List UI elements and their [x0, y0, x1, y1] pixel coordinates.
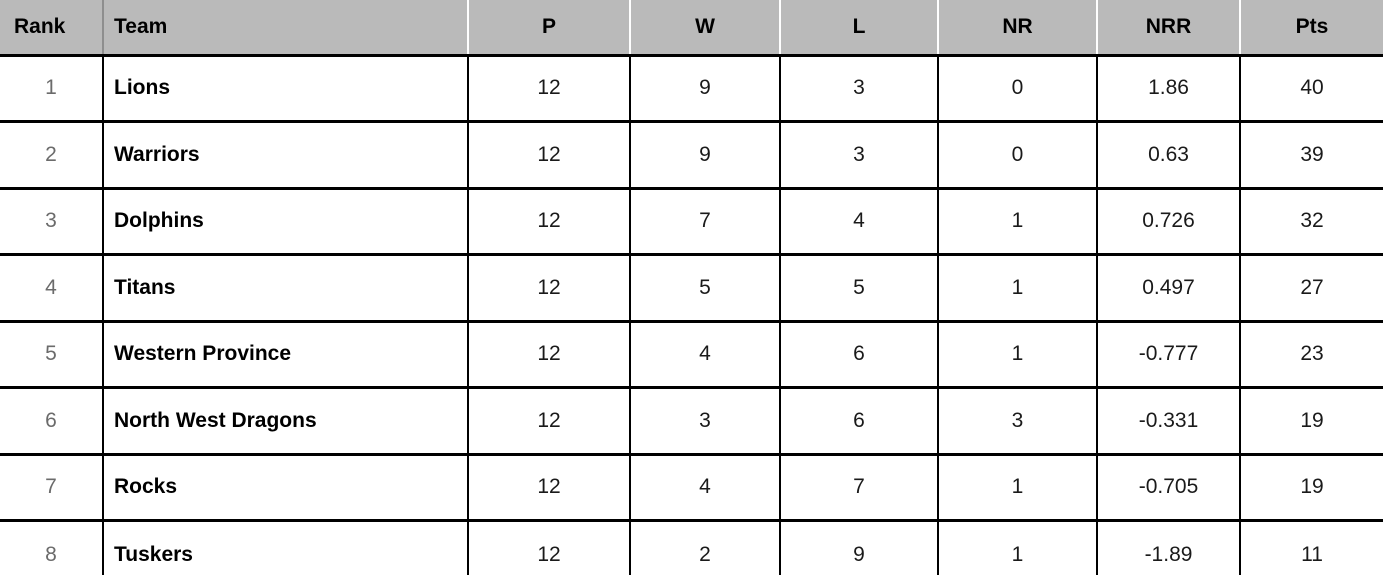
cell-points: 11: [1240, 520, 1383, 575]
cell-played: 12: [468, 55, 631, 123]
cell-played: 12: [468, 188, 631, 256]
cell-played: 12: [468, 121, 631, 190]
column-header-won[interactable]: W: [630, 0, 781, 57]
cell-lost: 4: [780, 188, 939, 256]
cell-played: 12: [468, 387, 631, 456]
cell-played: 12: [468, 520, 631, 575]
cell-rank: 8: [0, 520, 104, 575]
table-header: Rank Team P W L NR NRR Pts: [0, 0, 1383, 57]
table-row[interactable]: 5 Western Province 12 4 6 1 -0.777 23: [0, 321, 1383, 389]
cell-rank: 3: [0, 188, 104, 256]
cell-team-name: Warriors: [103, 121, 469, 190]
cell-lost: 5: [780, 254, 939, 323]
cell-team-name: Western Province: [103, 321, 469, 389]
points-table: Rank Team P W L NR NRR Pts 1 Lions 12 9 3 0 1.…: [0, 0, 1383, 575]
cell-team-name: Lions: [103, 55, 469, 123]
cell-lost: 3: [780, 121, 939, 190]
column-header-no-result[interactable]: NR: [938, 0, 1098, 57]
cell-team-name: Titans: [103, 254, 469, 323]
cell-points: 40: [1240, 55, 1383, 123]
cell-no-result: 1: [938, 254, 1098, 323]
cell-team-name: Rocks: [103, 454, 469, 522]
table-row[interactable]: 8 Tuskers 12 2 9 1 -1.89 11: [0, 520, 1383, 575]
cell-no-result: 0: [938, 121, 1098, 190]
table-row[interactable]: 7 Rocks 12 4 7 1 -0.705 19: [0, 454, 1383, 522]
table-row[interactable]: 4 Titans 12 5 5 1 0.497 27: [0, 254, 1383, 323]
table-row[interactable]: 6 North West Dragons 12 3 6 3 -0.331 19: [0, 387, 1383, 456]
cell-points: 19: [1240, 454, 1383, 522]
cell-points: 32: [1240, 188, 1383, 256]
cell-won: 4: [630, 454, 781, 522]
cell-net-run-rate: 0.726: [1097, 188, 1241, 256]
cell-lost: 6: [780, 321, 939, 389]
cell-no-result: 1: [938, 454, 1098, 522]
cell-won: 9: [630, 55, 781, 123]
column-header-lost[interactable]: L: [780, 0, 939, 57]
column-header-played[interactable]: P: [468, 0, 631, 57]
cell-rank: 6: [0, 387, 104, 456]
header-row: Rank Team P W L NR NRR Pts: [0, 0, 1383, 57]
table-row[interactable]: 3 Dolphins 12 7 4 1 0.726 32: [0, 188, 1383, 256]
cell-rank: 1: [0, 55, 104, 123]
cell-won: 2: [630, 520, 781, 575]
cell-team-name: North West Dragons: [103, 387, 469, 456]
cell-no-result: 1: [938, 520, 1098, 575]
cell-played: 12: [468, 454, 631, 522]
column-header-net-run-rate[interactable]: NRR: [1097, 0, 1241, 57]
cell-won: 7: [630, 188, 781, 256]
cell-rank: 4: [0, 254, 104, 323]
column-header-team[interactable]: Team: [103, 0, 469, 57]
cell-no-result: 1: [938, 321, 1098, 389]
cell-lost: 3: [780, 55, 939, 123]
table-row[interactable]: 1 Lions 12 9 3 0 1.86 40: [0, 55, 1383, 123]
cell-played: 12: [468, 254, 631, 323]
cell-points: 23: [1240, 321, 1383, 389]
cell-rank: 5: [0, 321, 104, 389]
cell-no-result: 1: [938, 188, 1098, 256]
cell-lost: 6: [780, 387, 939, 456]
table-row[interactable]: 2 Warriors 12 9 3 0 0.63 39: [0, 121, 1383, 190]
cell-points: 27: [1240, 254, 1383, 323]
column-header-points[interactable]: Pts: [1240, 0, 1383, 57]
cell-no-result: 3: [938, 387, 1098, 456]
table-body: 1 Lions 12 9 3 0 1.86 40 2 Warriors 12 9 3 0 0.63 39 3 Do…: [0, 55, 1383, 575]
cell-points: 19: [1240, 387, 1383, 456]
cell-no-result: 0: [938, 55, 1098, 123]
cell-rank: 7: [0, 454, 104, 522]
cell-net-run-rate: -0.331: [1097, 387, 1241, 456]
cell-points: 39: [1240, 121, 1383, 190]
cell-won: 9: [630, 121, 781, 190]
cell-team-name: Dolphins: [103, 188, 469, 256]
cell-won: 4: [630, 321, 781, 389]
cell-lost: 9: [780, 520, 939, 575]
cell-net-run-rate: 0.497: [1097, 254, 1241, 323]
cell-net-run-rate: -0.777: [1097, 321, 1241, 389]
cell-won: 5: [630, 254, 781, 323]
cell-team-name: Tuskers: [103, 520, 469, 575]
cell-rank: 2: [0, 121, 104, 190]
cell-net-run-rate: -1.89: [1097, 520, 1241, 575]
column-header-rank[interactable]: Rank: [0, 0, 104, 57]
cell-net-run-rate: -0.705: [1097, 454, 1241, 522]
cell-net-run-rate: 1.86: [1097, 55, 1241, 123]
cell-won: 3: [630, 387, 781, 456]
cell-lost: 7: [780, 454, 939, 522]
cell-played: 12: [468, 321, 631, 389]
cell-net-run-rate: 0.63: [1097, 121, 1241, 190]
